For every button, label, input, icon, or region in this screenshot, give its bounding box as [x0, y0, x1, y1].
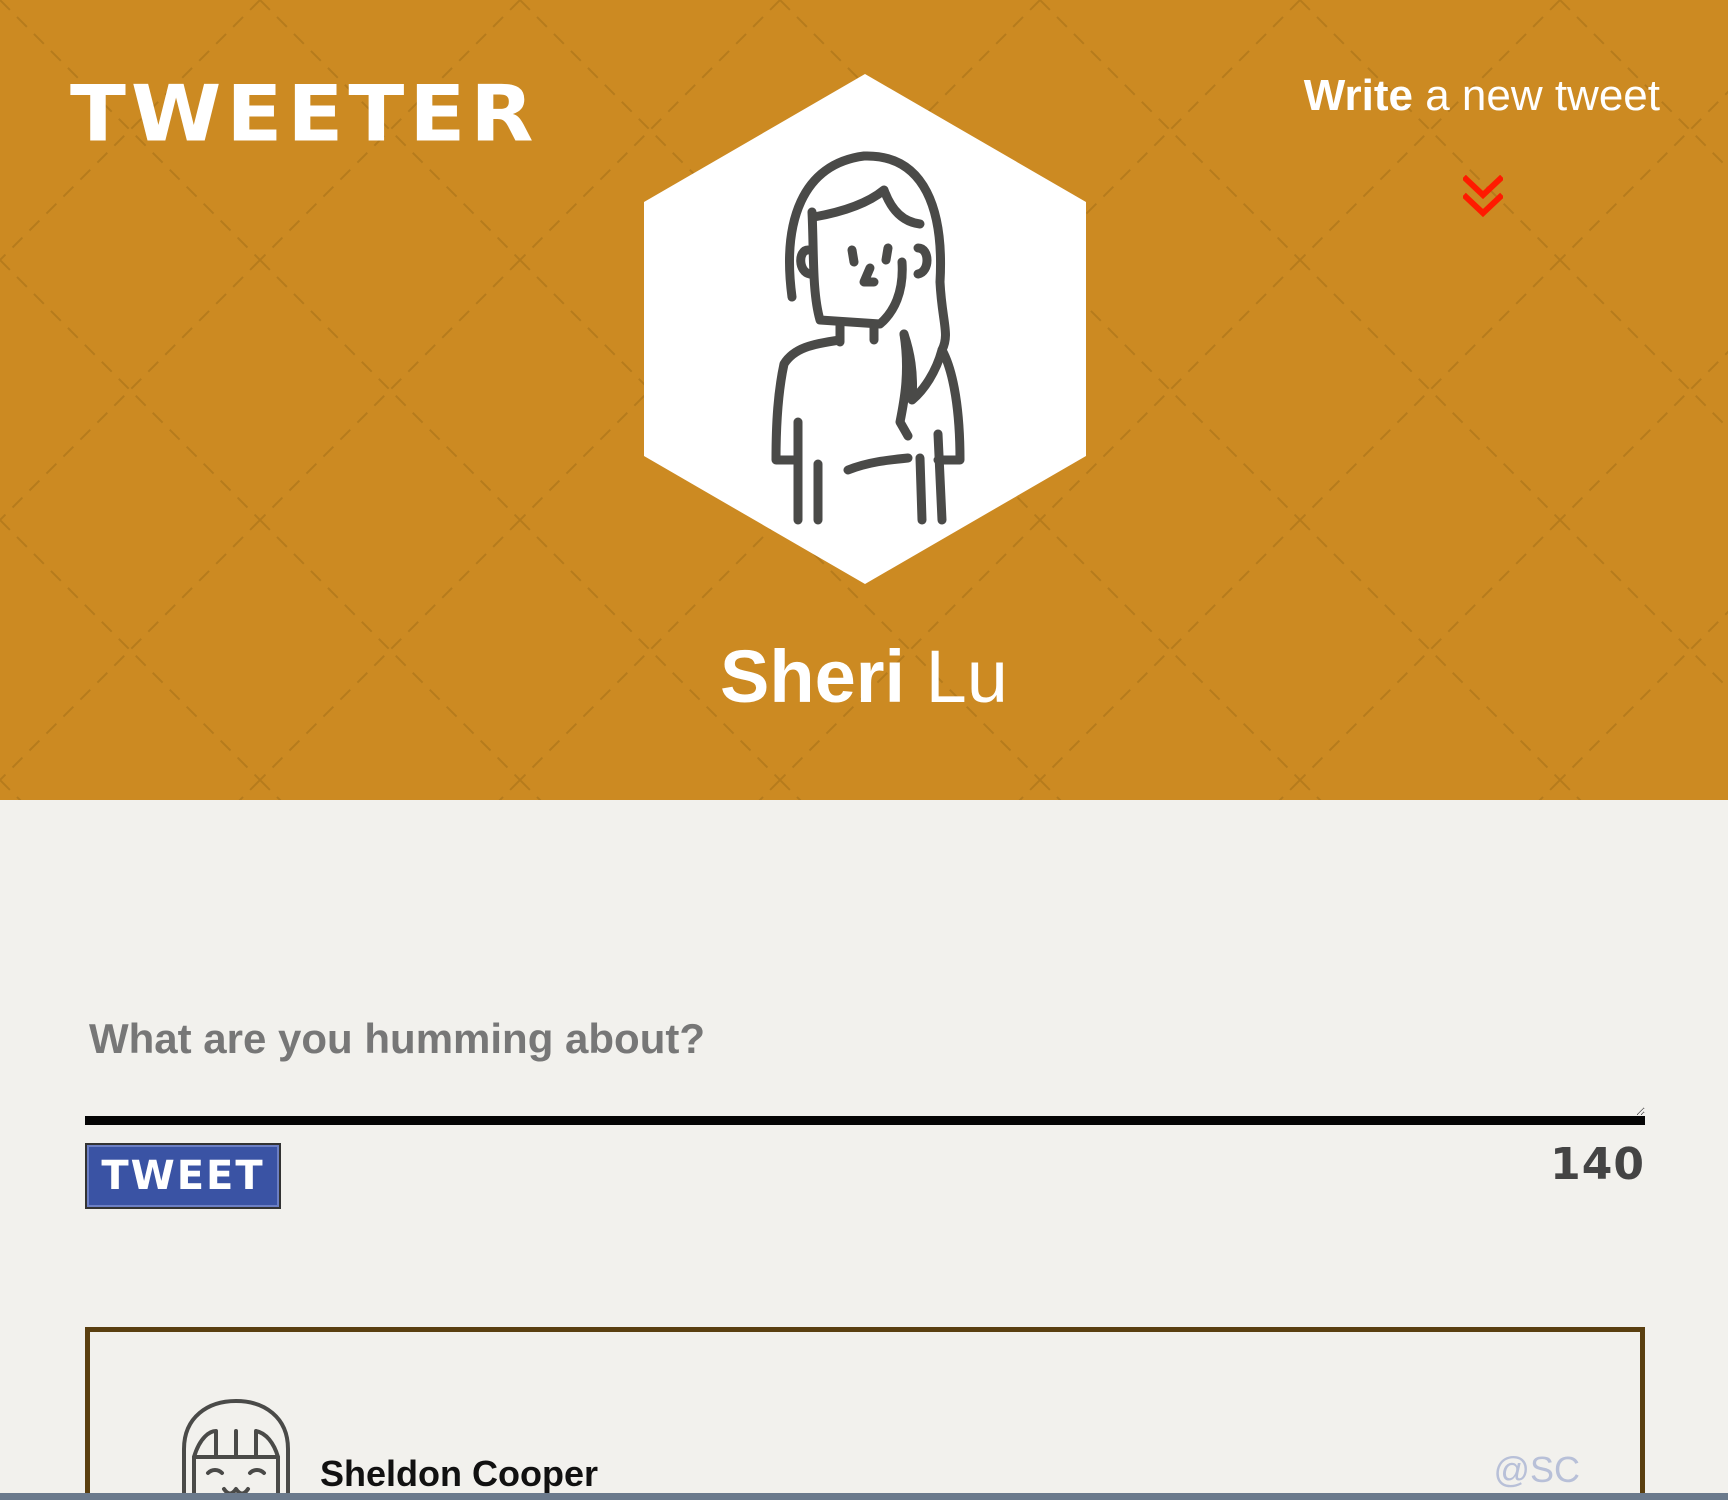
window-bottom-edge [0, 1493, 1728, 1500]
tweet-author-name[interactable]: Sheldon Cooper [320, 1456, 598, 1492]
composer-actions: TWEET 140 [85, 1143, 1645, 1223]
brand-logo[interactable]: TWEETER [70, 76, 539, 154]
woman-avatar-icon [644, 74, 1086, 584]
tweet-composer: TWEET 140 [85, 985, 1645, 1223]
girl-avatar-icon [182, 1399, 290, 1500]
page: TWEETER Write a new tweet Sheri Lu What … [0, 0, 1728, 1500]
profile-name: Sheri Lu [0, 640, 1728, 714]
tweet-card: Sheldon Cooper @SC [85, 1327, 1645, 1500]
profile-last-name: Lu [925, 635, 1008, 718]
profile-first-name: Sheri [720, 635, 906, 718]
write-link-rest: a new tweet [1425, 71, 1660, 120]
double-chevron-down-icon[interactable] [1463, 175, 1503, 219]
tweet-text-input[interactable] [85, 985, 1645, 1125]
profile-header: TWEETER Write a new tweet Sheri Lu [0, 0, 1728, 800]
write-link-bold: Write [1303, 71, 1413, 120]
tweet-author-handle[interactable]: @SC [1493, 1452, 1580, 1488]
tweet-submit-button[interactable]: TWEET [85, 1143, 281, 1209]
write-new-tweet-link[interactable]: Write a new tweet [1304, 70, 1660, 123]
character-counter: 140 [1550, 1139, 1645, 1190]
